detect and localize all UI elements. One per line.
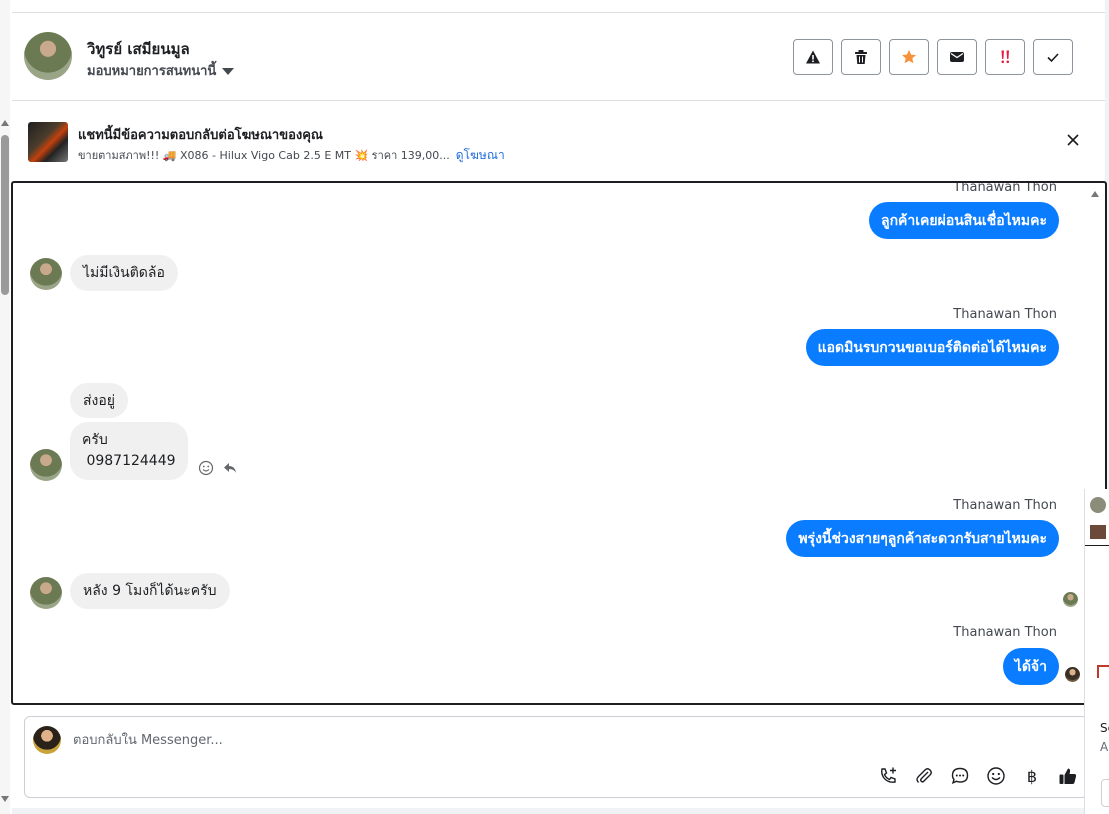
message-thread[interactable]: Thanawan Thon ลูกค้าเคยผ่อนสินเชื่อไหมคะ… xyxy=(11,181,1107,705)
contact-avatar-small[interactable] xyxy=(30,577,62,609)
side-panel-avatar xyxy=(1090,497,1106,513)
assign-conversation-dropdown[interactable]: มอบหมายการสนทนานี้ xyxy=(87,60,235,81)
check-icon xyxy=(1047,53,1059,63)
contact-avatar-small[interactable] xyxy=(30,449,62,481)
attach-button[interactable] xyxy=(913,765,935,787)
ad-banner-title: แชทนี้มีข้อความตอบกลับต่อโฆษณาของคุณ xyxy=(78,128,323,143)
mark-spam-button[interactable] xyxy=(793,39,833,75)
scroll-up-icon[interactable] xyxy=(1,120,9,126)
baht-icon: ฿ xyxy=(1026,766,1038,786)
envelope-icon xyxy=(950,52,964,62)
scroll-down-icon[interactable] xyxy=(1,796,9,802)
outgoing-message[interactable]: พรุ่งนี้ช่วงสายๆลูกค้าสะดวกรับสายไหมคะ xyxy=(786,520,1059,557)
saved-reply-icon xyxy=(951,767,969,785)
incoming-message[interactable]: ไม่มีเงินติดล้อ xyxy=(70,255,178,291)
like-icon xyxy=(1059,768,1077,784)
like-button[interactable] xyxy=(1057,765,1079,787)
reply-icon[interactable] xyxy=(222,460,238,476)
conversation-view: วิทูรย์ เสมียนมูล มอบหมายการสนทนานี้ แชท… xyxy=(0,0,1109,814)
thread-scroll-up-icon[interactable] xyxy=(1091,191,1099,197)
attachment-icon xyxy=(916,768,932,783)
ad-reply-banner: แชทนี้มีข้อความตอบกลับต่อโฆษณาของคุณ ขาย… xyxy=(12,102,1105,180)
composer-toolbar: ฿ xyxy=(877,765,1079,787)
view-ad-link[interactable]: ดูโฆษณา xyxy=(456,148,505,162)
ad-description-text: ขายตามสภาพ!!! 🚚 X086 - Hilux Vigo Cab 2.… xyxy=(78,149,450,162)
seen-indicator-avatar xyxy=(1063,592,1078,607)
message-sender: Thanawan Thon xyxy=(953,181,1057,195)
assign-label: มอบหมายการสนทนานี้ xyxy=(87,64,217,79)
react-emoji-icon[interactable] xyxy=(198,460,214,476)
trash-icon xyxy=(855,50,867,64)
close-icon[interactable] xyxy=(1065,132,1081,148)
contact-avatar[interactable] xyxy=(24,32,72,80)
warning-icon xyxy=(806,50,820,64)
payment-button[interactable]: ฿ xyxy=(1021,765,1043,787)
incoming-message[interactable]: ส่งอยู่ xyxy=(70,383,128,418)
page-avatar xyxy=(33,726,61,754)
follow-up-button[interactable] xyxy=(985,39,1025,75)
reply-input[interactable] xyxy=(73,729,973,751)
message-sender: Thanawan Thon xyxy=(953,307,1057,322)
read-receipt-avatar xyxy=(1065,667,1080,682)
call-add-icon xyxy=(881,767,896,783)
scrollbar-thumb[interactable] xyxy=(1,135,9,295)
message-sender: Thanawan Thon xyxy=(953,625,1057,640)
outgoing-message[interactable]: แอดมินรบกวนขอเบอร์ติดต่อได้ไหมคะ xyxy=(805,329,1059,366)
conversation-header: วิทูรย์ เสมียนมูล มอบหมายการสนทนานี้ xyxy=(12,13,1105,101)
call-add-button[interactable] xyxy=(877,765,899,787)
mark-done-button[interactable] xyxy=(1033,39,1073,75)
divider xyxy=(12,808,1084,814)
exclamation-icon xyxy=(1001,50,1010,64)
side-panel-subtext: A xyxy=(1100,740,1109,754)
outgoing-message[interactable]: ได้จ้า xyxy=(1002,648,1059,685)
conversation-actions xyxy=(793,39,1073,75)
ad-description: ขายตามสภาพ!!! 🚚 X086 - Hilux Vigo Cab 2.… xyxy=(78,146,505,165)
incoming-message[interactable]: ครับ 0987124449 xyxy=(70,422,188,480)
star-button[interactable] xyxy=(889,39,929,75)
side-panel-icon xyxy=(1097,665,1109,678)
divider xyxy=(1085,545,1109,546)
saved-reply-button[interactable] xyxy=(949,765,971,787)
mark-unread-button[interactable] xyxy=(937,39,977,75)
caret-down-icon xyxy=(222,68,235,75)
side-panel-thumbnail xyxy=(1090,525,1106,539)
message-sender: Thanawan Thon xyxy=(953,498,1057,513)
outgoing-message[interactable]: ลูกค้าเคยผ่อนสินเชื่อไหมคะ xyxy=(868,202,1059,239)
side-chat-panel[interactable]: Se A xyxy=(1084,489,1109,814)
delete-button[interactable] xyxy=(841,39,881,75)
message-composer: ฿ xyxy=(24,716,1088,798)
incoming-message[interactable]: หลัง 9 โมงก็ได้นะครับ xyxy=(70,573,230,609)
star-icon xyxy=(902,50,916,64)
side-panel-text: Se xyxy=(1100,721,1109,735)
side-panel-button[interactable] xyxy=(1101,779,1109,807)
emoji-icon xyxy=(987,767,1005,785)
emoji-button[interactable] xyxy=(985,765,1007,787)
page-scrollbar[interactable] xyxy=(0,0,10,814)
ad-thumbnail[interactable] xyxy=(28,122,68,162)
contact-avatar-small[interactable] xyxy=(30,258,62,290)
message-tools xyxy=(198,460,238,476)
contact-name[interactable]: วิทูรย์ เสมียนมูล xyxy=(87,37,190,61)
